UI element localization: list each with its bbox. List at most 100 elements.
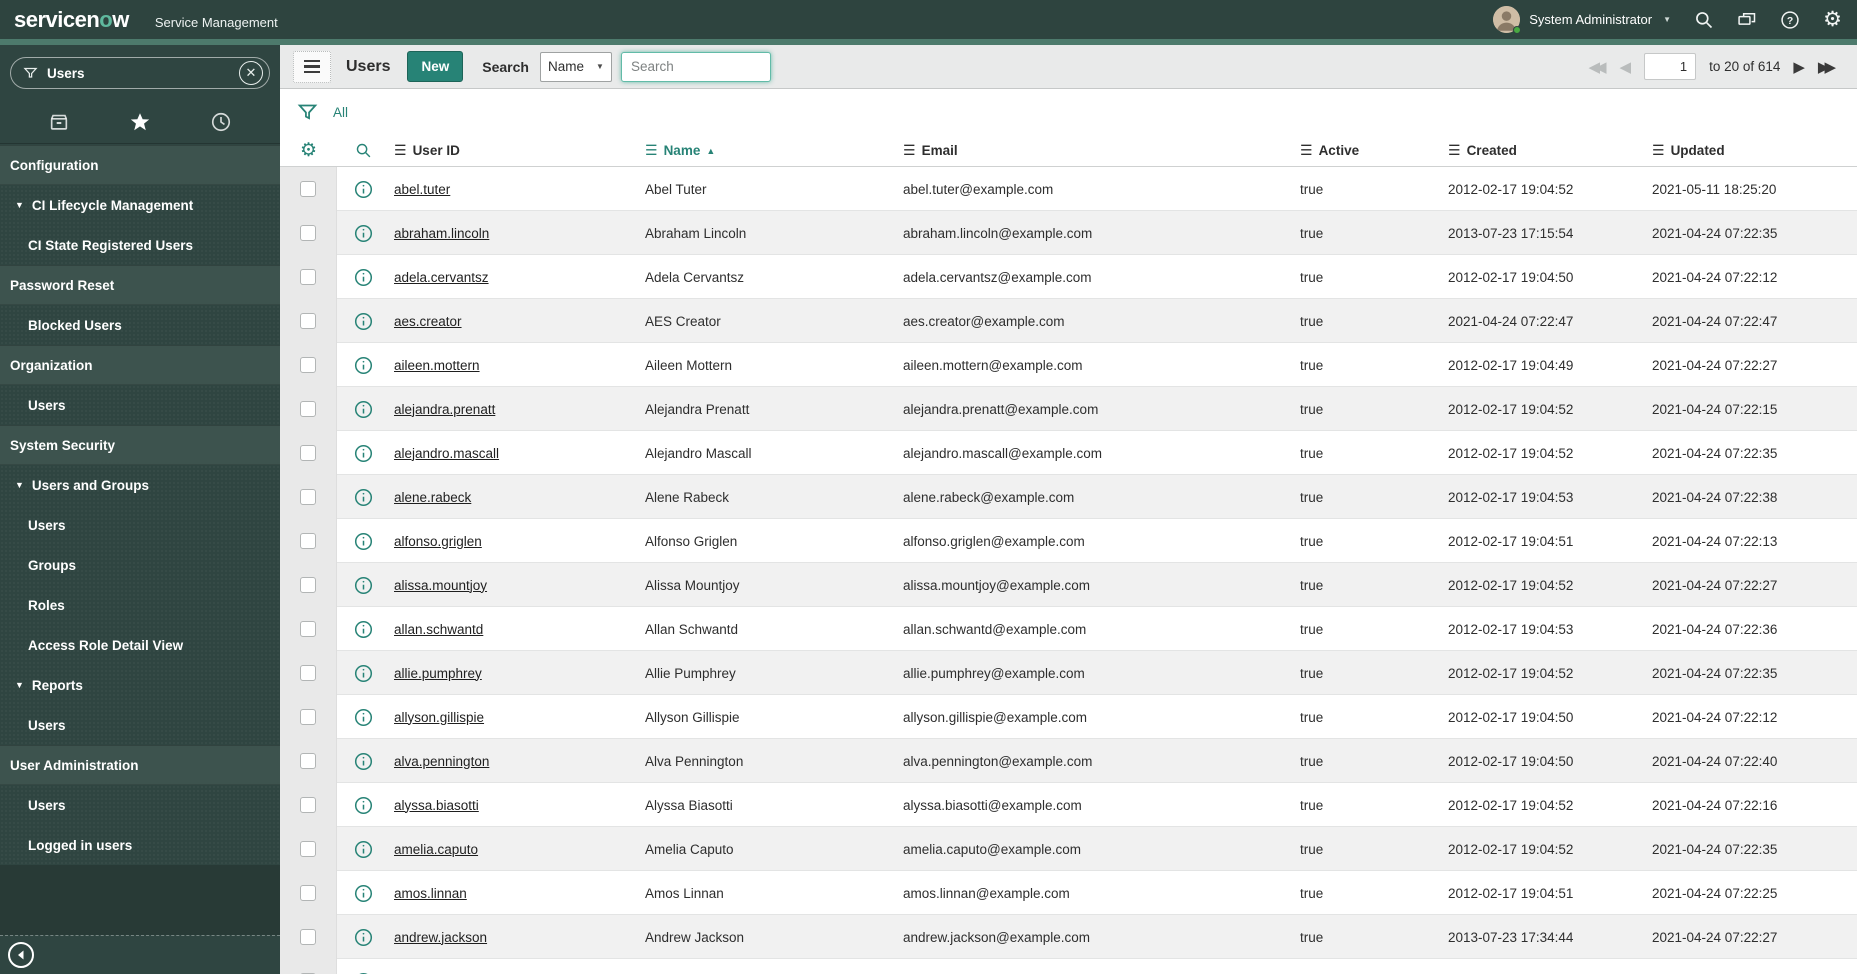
user-id-link[interactable]: alejandro.mascall (394, 446, 499, 461)
info-icon[interactable] (337, 444, 390, 463)
sidebar-item-reports[interactable]: ▼ Reports (0, 665, 280, 705)
sidebar-item-roles[interactable]: Roles (0, 585, 280, 625)
user-id-link[interactable]: adela.cervantsz (394, 270, 489, 285)
column-header-user-id[interactable]: ☰ User ID (390, 142, 641, 159)
info-icon[interactable] (337, 488, 390, 507)
all-applications-icon[interactable] (47, 110, 71, 134)
next-page-button[interactable]: ▶ (1793, 58, 1805, 76)
user-id-link[interactable]: abraham.lincoln (394, 226, 489, 241)
row-checkbox[interactable] (300, 665, 316, 681)
user-id-link[interactable]: andrew.jackson (394, 930, 487, 945)
new-button[interactable]: New (407, 51, 464, 82)
history-icon[interactable] (209, 110, 233, 134)
sidebar-item-users-and-groups[interactable]: ▼ Users and Groups (0, 465, 280, 505)
user-id-link[interactable]: alfonso.griglen (394, 534, 482, 549)
user-id-link[interactable]: allyson.gillispie (394, 710, 484, 725)
sidebar-item-groups[interactable]: Groups (0, 545, 280, 585)
column-header-active[interactable]: ☰ Active (1296, 142, 1444, 159)
page-input[interactable] (1644, 53, 1697, 80)
info-icon[interactable] (337, 224, 390, 243)
info-icon[interactable] (337, 180, 390, 199)
row-checkbox[interactable] (300, 269, 316, 285)
user-id-link[interactable]: allan.schwantd (394, 622, 483, 637)
row-checkbox[interactable] (300, 489, 316, 505)
sidebar-item-user-administration[interactable]: User Administration (0, 745, 280, 785)
user-id-link[interactable]: alva.pennington (394, 754, 489, 769)
row-checkbox[interactable] (300, 885, 316, 901)
breadcrumb-all[interactable]: All (333, 105, 348, 120)
user-id-link[interactable]: alyssa.biasotti (394, 798, 479, 813)
user-id-link[interactable]: alene.rabeck (394, 490, 471, 505)
user-id-link[interactable]: amos.linnan (394, 886, 467, 901)
navigator-filter-input[interactable] (47, 65, 239, 81)
info-icon[interactable] (337, 620, 390, 639)
filter-funnel-icon[interactable] (297, 102, 318, 123)
sidebar-item-configuration[interactable]: Configuration (0, 145, 280, 185)
row-checkbox[interactable] (300, 929, 316, 945)
previous-page-button[interactable]: ◀ (1620, 58, 1632, 76)
servicenow-logo[interactable]: servicenow Service Management (14, 7, 278, 33)
column-header-updated[interactable]: ☰ Updated (1648, 142, 1857, 159)
info-icon[interactable] (337, 400, 390, 419)
row-checkbox[interactable] (300, 533, 316, 549)
sidebar-item-ci-state-registered-users[interactable]: CI State Registered Users (0, 225, 280, 265)
sidebar-item-password-reset[interactable]: Password Reset (0, 265, 280, 305)
row-checkbox[interactable] (300, 401, 316, 417)
clear-filter-button[interactable]: ✕ (239, 61, 263, 85)
user-id-link[interactable]: allie.pumphrey (394, 666, 482, 681)
personalize-list-gear-icon[interactable]: ⚙ (280, 140, 337, 161)
row-checkbox[interactable] (300, 753, 316, 769)
sidebar-item-organization[interactable]: Organization (0, 345, 280, 385)
info-icon[interactable] (337, 268, 390, 287)
first-page-button[interactable]: ◀◀ (1588, 58, 1606, 76)
info-icon[interactable] (337, 840, 390, 859)
column-search-icon[interactable] (337, 142, 390, 159)
info-icon[interactable] (337, 576, 390, 595)
info-icon[interactable] (337, 664, 390, 683)
sidebar-item-logged-in-users[interactable]: Logged in users (0, 825, 280, 865)
gear-icon[interactable]: ⚙ (1822, 9, 1843, 30)
row-checkbox[interactable] (300, 313, 316, 329)
column-header-created[interactable]: ☰ Created (1444, 142, 1648, 159)
row-checkbox[interactable] (300, 181, 316, 197)
sidebar-item-users[interactable]: Users (0, 785, 280, 825)
last-page-button[interactable]: ▶▶ (1818, 58, 1836, 76)
sidebar-item-access-role-detail-view[interactable]: Access Role Detail View (0, 625, 280, 665)
sidebar-item-ci-lifecycle-management[interactable]: ▼ CI Lifecycle Management (0, 185, 280, 225)
info-icon[interactable] (337, 312, 390, 331)
row-checkbox[interactable] (300, 445, 316, 461)
row-checkbox[interactable] (300, 357, 316, 373)
info-icon[interactable] (337, 708, 390, 727)
row-checkbox[interactable] (300, 621, 316, 637)
sidebar-item-blocked-users[interactable]: Blocked Users (0, 305, 280, 345)
user-id-link[interactable]: alissa.mountjoy (394, 578, 487, 593)
info-icon[interactable] (337, 928, 390, 947)
column-header-email[interactable]: ☰ Email (899, 142, 1296, 159)
sidebar-item-system-security[interactable]: System Security (0, 425, 280, 465)
user-id-link[interactable]: abel.tuter (394, 182, 450, 197)
sidebar-item-users[interactable]: Users (0, 385, 280, 425)
search-field-select[interactable]: Name ▼ (539, 51, 612, 82)
row-checkbox[interactable] (300, 841, 316, 857)
info-icon[interactable] (337, 752, 390, 771)
info-icon[interactable] (337, 532, 390, 551)
sidebar-item-users[interactable]: Users (0, 705, 280, 745)
row-checkbox[interactable] (300, 797, 316, 813)
info-icon[interactable] (337, 796, 390, 815)
user-menu[interactable]: System Administrator ▼ (1493, 6, 1671, 34)
row-checkbox[interactable] (300, 709, 316, 725)
user-id-link[interactable]: alejandra.prenatt (394, 402, 495, 417)
search-icon[interactable] (1693, 9, 1714, 30)
help-icon[interactable]: ? (1779, 9, 1800, 30)
info-icon[interactable] (337, 884, 390, 903)
info-icon[interactable] (337, 356, 390, 375)
list-search-input[interactable] (620, 51, 771, 82)
favorites-icon[interactable] (128, 110, 152, 134)
chat-icon[interactable] (1736, 9, 1757, 30)
row-checkbox[interactable] (300, 225, 316, 241)
user-id-link[interactable]: aileen.mottern (394, 358, 480, 373)
user-id-link[interactable]: aes.creator (394, 314, 462, 329)
collapse-sidebar-button[interactable] (8, 942, 34, 968)
column-header-name[interactable]: ☰ Name ▲ (641, 142, 899, 159)
list-context-menu-button[interactable] (293, 50, 331, 83)
